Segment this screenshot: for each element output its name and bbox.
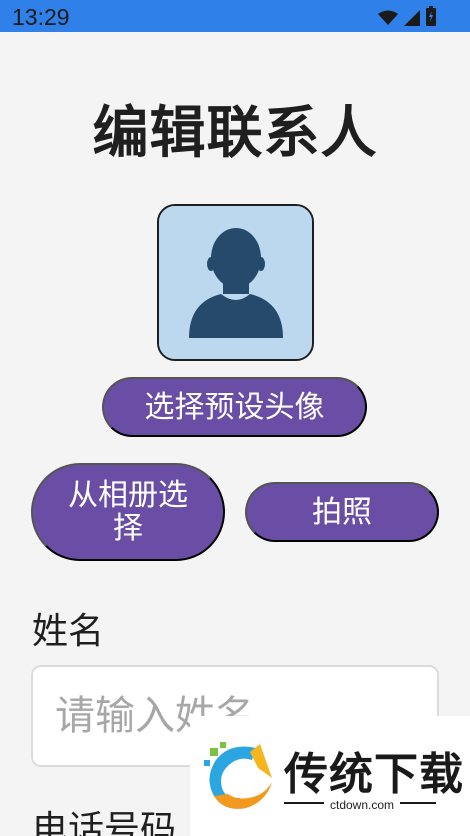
watermark-logo-icon xyxy=(204,742,272,809)
status-icons xyxy=(378,6,436,26)
watermark: 传统下载 ctdown.com xyxy=(190,716,470,836)
choose-preset-avatar-button[interactable]: 选择预设头像 xyxy=(102,377,367,437)
page-title: 编辑联系人 xyxy=(92,101,378,166)
status-time: 13:29 xyxy=(12,4,70,30)
avatar[interactable] xyxy=(157,204,314,361)
watermark-url: ctdown.com xyxy=(324,798,401,812)
name-label: 姓名 xyxy=(32,611,105,652)
signal-icon xyxy=(404,10,420,26)
status-bar: 13:29 xyxy=(0,0,470,32)
choose-from-album-button[interactable]: 从相册选择 xyxy=(31,463,225,561)
take-photo-button[interactable]: 拍照 xyxy=(245,482,439,542)
watermark-brand: 传统下载 xyxy=(284,749,464,800)
person-silhouette-icon xyxy=(159,206,312,359)
phone-label: 电话号码 xyxy=(32,809,177,836)
wifi-icon xyxy=(378,10,398,26)
battery-icon xyxy=(426,6,436,26)
